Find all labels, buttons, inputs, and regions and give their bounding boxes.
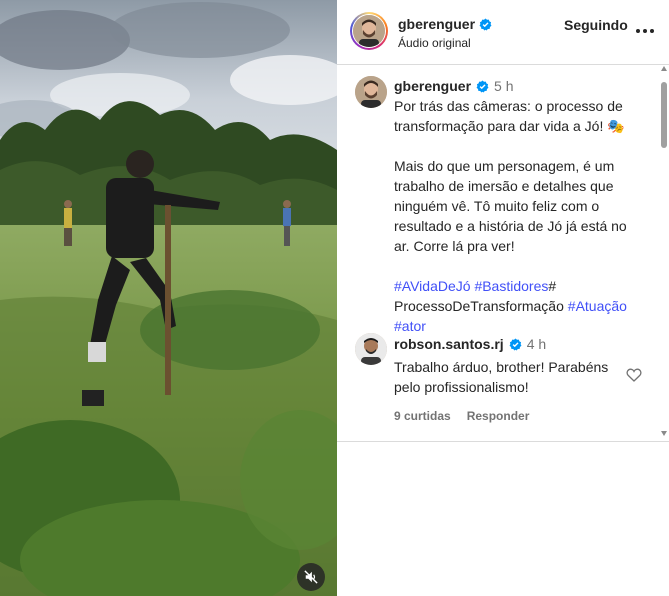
author-username[interactable]: gberenguer	[398, 16, 475, 32]
verified-badge-icon	[479, 18, 492, 30]
comment-timestamp[interactable]: 4 h	[527, 336, 546, 352]
scroll-down-arrow-icon[interactable]	[661, 431, 667, 436]
caption-author-avatar[interactable]	[355, 76, 387, 108]
caption-hashtags: #AVidaDeJó #Bastidores# ProcessoDeTransf…	[394, 276, 640, 336]
scroll-up-arrow-icon[interactable]	[661, 66, 667, 71]
author-avatar[interactable]	[353, 15, 385, 47]
comment-item: robson.santos.rj 4 h Trabalho árduo, bro…	[394, 335, 624, 423]
reel-video[interactable]	[0, 0, 337, 596]
audio-muted-icon	[304, 570, 318, 584]
post-details-panel: gberenguer Áudio original Seguindo gbere…	[337, 0, 669, 596]
scrollbar-thumb[interactable]	[661, 82, 667, 148]
post-caption: gberenguer 5 h Por trás das câmeras: o p…	[394, 77, 640, 356]
caption-paragraph-1: Por trás das câmeras: o processo de tran…	[394, 98, 625, 134]
verified-badge-icon	[476, 80, 489, 92]
commenter-username[interactable]: robson.santos.rj	[394, 336, 504, 352]
author-avatar-ring[interactable]	[350, 12, 388, 50]
comments-scroll-area[interactable]: gberenguer 5 h Por trás das câmeras: o p…	[337, 65, 659, 441]
more-options-button[interactable]	[634, 22, 656, 40]
more-options-icon	[636, 29, 640, 33]
hashtag-fragment: #	[548, 278, 557, 294]
verified-badge-icon	[509, 338, 522, 350]
video-frame-image	[0, 0, 337, 596]
hashtag-link[interactable]: #AVidaDeJó	[394, 278, 471, 294]
original-audio-link[interactable]: Áudio original	[398, 36, 471, 50]
author-username-link[interactable]: gberenguer	[398, 16, 492, 32]
caption-timestamp[interactable]: 5 h	[494, 76, 513, 96]
commenter-avatar[interactable]	[355, 333, 387, 365]
comment-text: Trabalho árduo, brother! Parabéns pelo p…	[394, 359, 609, 395]
heart-icon[interactable]	[626, 367, 642, 383]
following-button[interactable]: Seguindo	[564, 17, 628, 33]
comments-scrollbar[interactable]	[659, 66, 669, 441]
post-header: gberenguer Áudio original Seguindo	[337, 0, 669, 65]
caption-paragraph-2: Mais do que um personagem, é um trabalho…	[394, 158, 627, 254]
reply-button[interactable]: Responder	[467, 409, 530, 423]
hashtag-link[interactable]: #ator	[394, 318, 426, 334]
hashtag-link[interactable]: #Bastidores	[474, 278, 548, 294]
hashtag-text: ProcessoDeTransformação	[394, 298, 564, 314]
caption-username[interactable]: gberenguer	[394, 76, 471, 96]
hashtag-link[interactable]: #Atuação	[568, 298, 627, 314]
comment-likes-count[interactable]: 9 curtidas	[394, 409, 451, 423]
section-divider	[337, 441, 669, 442]
mute-toggle-button[interactable]	[297, 563, 325, 591]
